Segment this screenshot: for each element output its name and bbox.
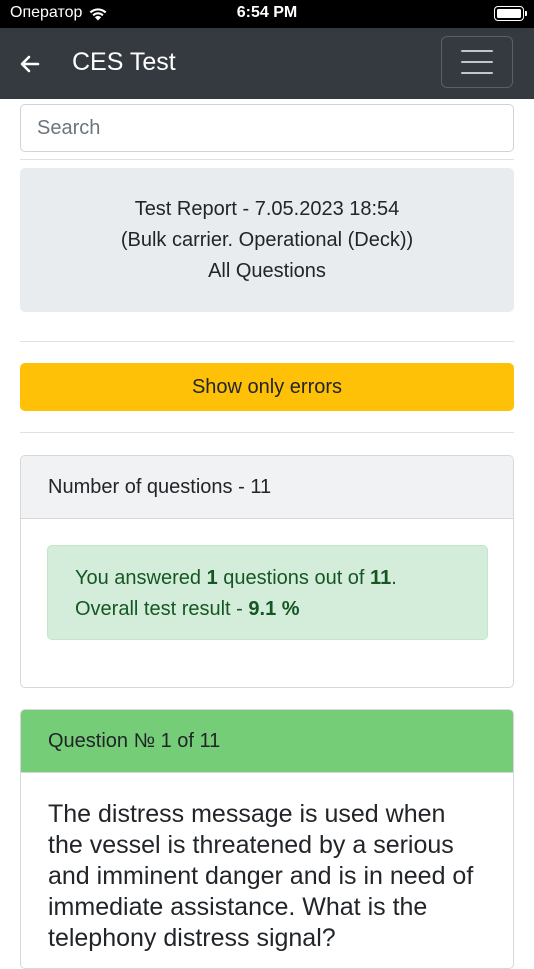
- divider: [20, 341, 514, 342]
- answered-line: You answered 1 questions out of 11.: [75, 563, 460, 594]
- back-arrow-icon[interactable]: [18, 52, 42, 76]
- hamburger-line-icon: [461, 72, 493, 74]
- answered-count: 1: [206, 567, 218, 589]
- navbar: CES Test: [0, 28, 534, 99]
- show-only-errors-button[interactable]: Show only errors: [20, 363, 514, 411]
- answered-suffix: .: [391, 567, 397, 589]
- clock: 6:54 PM: [236, 4, 298, 21]
- battery-icon: [494, 6, 527, 21]
- divider: [20, 159, 514, 160]
- divider: [20, 432, 514, 433]
- search-input[interactable]: [20, 104, 514, 152]
- report-subtitle: (Bulk carrier. Operational (Deck)): [120, 228, 414, 251]
- report-scope: All Questions: [208, 259, 326, 282]
- total-count: 11: [370, 567, 392, 589]
- question-text: The distress message is used when the ve…: [48, 800, 474, 952]
- summary-card: Number of questions - 11 You answered 1 …: [20, 455, 514, 688]
- answered-prefix: You answered: [75, 567, 207, 589]
- question-header: Question № 1 of 11: [21, 710, 513, 773]
- report-header: Test Report - 7.05.2023 18:54 (Bulk carr…: [20, 168, 514, 312]
- hamburger-line-icon: [461, 61, 493, 63]
- menu-toggle-button[interactable]: [441, 36, 513, 88]
- question-card: Question № 1 of 11 The distress message …: [20, 709, 514, 969]
- summary-card-header: Number of questions - 11: [21, 456, 513, 519]
- report-title: Test Report - 7.05.2023 18:54: [134, 197, 400, 220]
- result-value: 9.1 %: [248, 598, 300, 620]
- result-prefix: Overall test result -: [75, 598, 249, 620]
- status-bar: Оператор 6:54 PM: [0, 0, 534, 28]
- hamburger-line-icon: [461, 50, 493, 52]
- result-line: Overall test result - 9.1 %: [75, 594, 460, 625]
- page-title: CES Test: [72, 48, 176, 76]
- answered-middle: questions out of: [217, 567, 371, 589]
- result-alert: You answered 1 questions out of 11. Over…: [47, 545, 488, 640]
